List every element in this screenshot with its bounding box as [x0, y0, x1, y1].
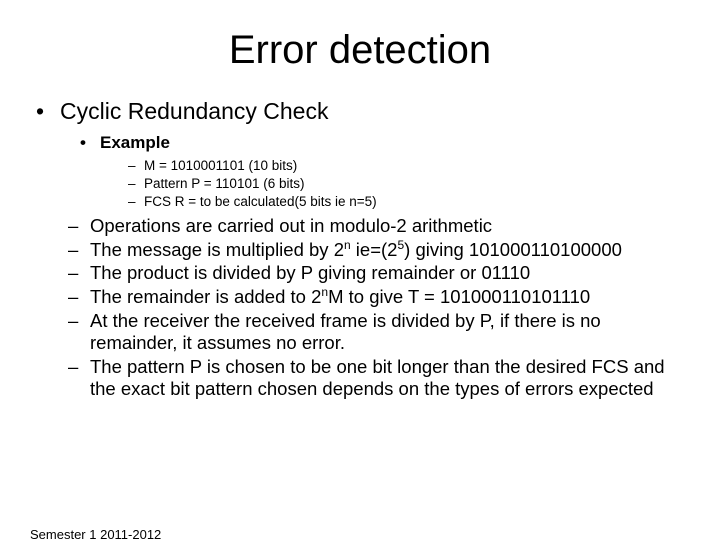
- point: The product is divided by P giving remai…: [64, 262, 690, 285]
- bullet-level-3: M = 1010001101 (10 bits) Pattern P = 110…: [100, 157, 690, 212]
- example-item: M = 1010001101 (10 bits): [124, 157, 690, 175]
- point-text: The product is divided by P giving remai…: [90, 262, 530, 283]
- point-text-pre: The remainder is added to 2: [90, 286, 321, 307]
- bullet-level-1: Cyclic Redundancy Check Example M = 1010…: [30, 97, 690, 401]
- bullet-level-2-dash: Operations are carried out in modulo-2 a…: [60, 215, 690, 401]
- slide-content: Cyclic Redundancy Check Example M = 1010…: [30, 97, 690, 401]
- point: Operations are carried out in modulo-2 a…: [64, 215, 690, 238]
- point: At the receiver the received frame is di…: [64, 310, 690, 355]
- point-text: The pattern P is chosen to be one bit lo…: [90, 356, 665, 400]
- point: The pattern P is chosen to be one bit lo…: [64, 356, 690, 401]
- example-item: Pattern P = 110101 (6 bits): [124, 175, 690, 193]
- point-text-post: ) giving 101000110100000: [404, 239, 622, 260]
- example-label: Example M = 1010001101 (10 bits) Pattern…: [74, 132, 690, 212]
- example-label-text: Example: [100, 133, 170, 152]
- slide-title: Error detection: [0, 28, 720, 73]
- point-text-pre: The message is multiplied by 2: [90, 239, 344, 260]
- slide: Error detection Cyclic Redundancy Check …: [0, 28, 720, 540]
- example-item: FCS R = to be calculated(5 bits ie n=5): [124, 193, 690, 211]
- bullet-level-2: Example M = 1010001101 (10 bits) Pattern…: [60, 132, 690, 212]
- point-sup: n: [344, 238, 351, 252]
- point-text-mid: ie=(2: [351, 239, 398, 260]
- point-text: At the receiver the received frame is di…: [90, 310, 601, 354]
- point: The message is multiplied by 2n ie=(25) …: [64, 239, 690, 262]
- point-text: Operations are carried out in modulo-2 a…: [90, 215, 492, 236]
- slide-footer: Semester 1 2011-2012: [30, 527, 161, 540]
- main-bullet-text: Cyclic Redundancy Check: [60, 98, 328, 124]
- point-text-mid: M to give T = 101000110101110: [328, 286, 590, 307]
- main-bullet: Cyclic Redundancy Check Example M = 1010…: [30, 97, 690, 401]
- point: The remainder is added to 2nM to give T …: [64, 286, 690, 309]
